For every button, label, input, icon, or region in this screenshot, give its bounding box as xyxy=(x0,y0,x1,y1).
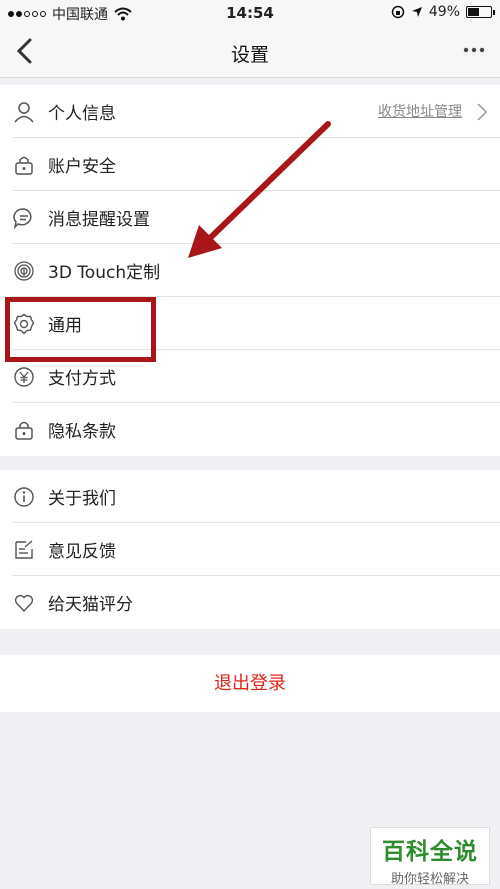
address-manage-link[interactable]: 收货地址管理 xyxy=(378,101,462,121)
battery-percent: 49% xyxy=(428,4,460,20)
message-icon xyxy=(12,206,36,230)
nav-bar: 设置 xyxy=(0,26,500,78)
settings-item-rate-app[interactable]: 给天猫评分 xyxy=(0,576,500,629)
more-icon[interactable] xyxy=(462,40,486,60)
settings-item-label: 消息提醒设置 xyxy=(48,210,150,230)
info-icon xyxy=(12,485,36,509)
chevron-right-icon xyxy=(477,103,488,121)
settings-item-privacy[interactable]: 隐私条款 xyxy=(0,403,500,456)
settings-item-label: 支付方式 xyxy=(48,369,116,389)
rotation-lock-icon xyxy=(391,5,405,19)
watermark: 百科全说 助你轻松解决 xyxy=(370,827,490,887)
status-bar: 中国联通 14:54 49% xyxy=(0,0,500,26)
yen-icon xyxy=(12,365,36,389)
settings-item-feedback[interactable]: 意见反馈 xyxy=(0,523,500,576)
page-title: 设置 xyxy=(230,44,269,66)
battery-icon xyxy=(466,6,495,18)
settings-item-label: 个人信息 xyxy=(48,104,116,124)
status-right: 49% xyxy=(391,4,495,20)
settings-item-notifications[interactable]: 消息提醒设置 xyxy=(0,191,500,244)
person-icon xyxy=(12,100,36,124)
settings-item-label: 给天猫评分 xyxy=(48,595,133,615)
highlight-box xyxy=(5,297,156,362)
logout-button[interactable]: 退出登录 xyxy=(0,655,500,712)
watermark-slogan: 助你轻松解决 xyxy=(390,872,469,887)
settings-item-label: 3D Touch定制 xyxy=(48,263,161,283)
settings-item-label: 关于我们 xyxy=(48,489,116,509)
settings-item-label: 隐私条款 xyxy=(48,422,116,442)
settings-item-label: 账户安全 xyxy=(48,157,116,177)
settings-item-3d-touch[interactable]: 3D Touch定制 xyxy=(0,244,500,297)
settings-item-about-us[interactable]: 关于我们 xyxy=(0,470,500,523)
settings-group-main: 个人信息 收货地址管理 账户安全 消息提醒设置 3D Touch定制 通用 支付… xyxy=(0,85,500,456)
settings-item-account-security[interactable]: 账户安全 xyxy=(0,138,500,191)
settings-item-profile[interactable]: 个人信息 收货地址管理 xyxy=(0,85,500,138)
lock-icon xyxy=(12,418,36,442)
settings-item-label: 意见反馈 xyxy=(48,542,116,562)
watermark-name: 百科全说 xyxy=(382,839,478,865)
settings-group-about: 关于我们 意见反馈 给天猫评分 xyxy=(0,470,500,629)
location-icon xyxy=(411,7,422,17)
feedback-icon xyxy=(12,538,36,562)
fingerprint-icon xyxy=(12,259,36,283)
lock-icon xyxy=(12,153,36,177)
heart-icon xyxy=(12,591,36,615)
